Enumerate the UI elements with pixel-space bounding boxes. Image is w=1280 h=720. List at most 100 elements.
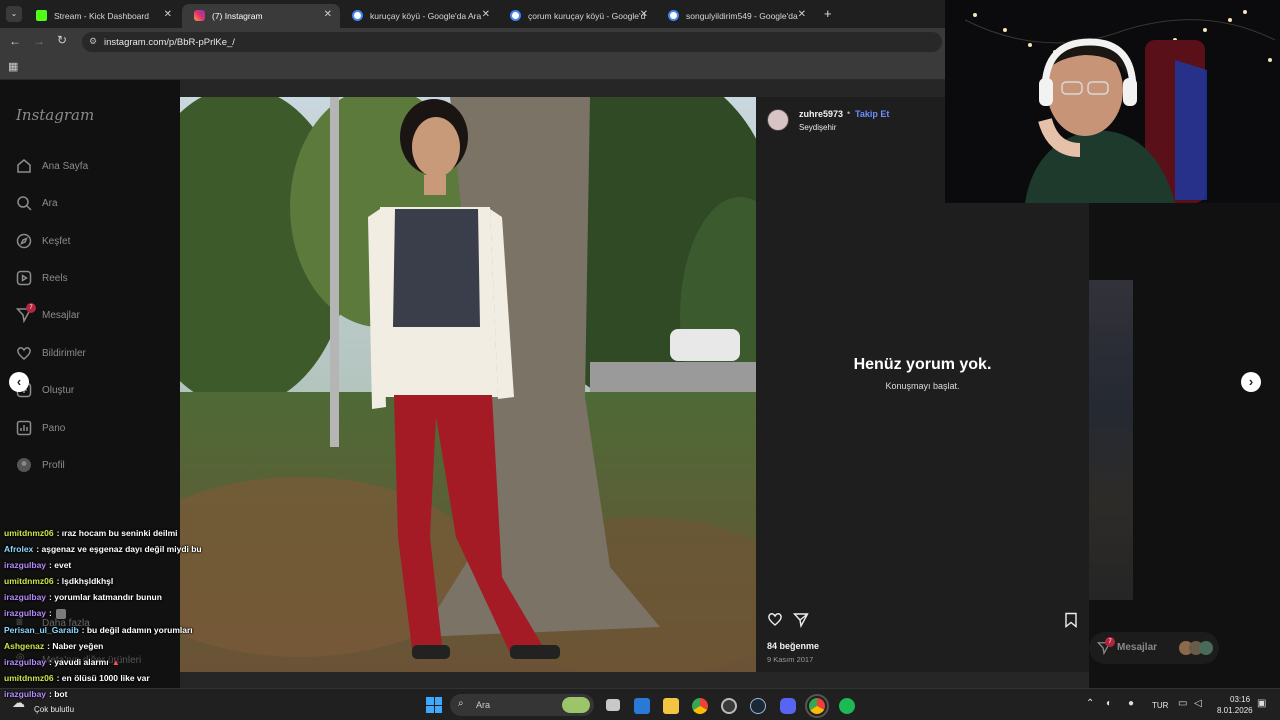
sidebar-item-messages[interactable]: 7 Mesajlar (15, 303, 80, 324)
chat-text: : evet (49, 560, 72, 570)
webcam-overlay (945, 0, 1280, 203)
messages-icon: 7 (15, 303, 36, 324)
emote-icon (55, 608, 66, 619)
tab-google-1[interactable]: kuruçay köyü - Google'da Ara ✕ (340, 4, 498, 28)
alarm-emote-icon: ▲ (111, 657, 120, 667)
spotify-icon[interactable] (839, 698, 855, 714)
discord-icon[interactable] (780, 698, 796, 714)
chat-message: Ashgenaz: Naber yeğen (4, 641, 103, 651)
chat-username: Ashgenaz (4, 641, 45, 651)
task-view-icon[interactable] (606, 699, 620, 711)
file-explorer-icon[interactable] (663, 698, 679, 714)
chat-message: irazgulbay: yavudi alarmı ▲ (4, 657, 120, 667)
kick-icon (36, 10, 47, 21)
chat-text: : bot (49, 689, 68, 699)
profile-icon (16, 457, 32, 473)
tab-google-3[interactable]: songulyildirim549 - Google'da ✕ (656, 4, 814, 28)
apps-grid-icon[interactable]: ▦ (8, 60, 18, 73)
reload-icon[interactable]: ↻ (57, 33, 67, 47)
tab-google-2[interactable]: çorum kuruçay köyü - Google'd ✕ (498, 4, 656, 28)
tab-instagram[interactable]: (7) Instagram ✕ (182, 4, 340, 28)
close-icon[interactable]: ✕ (324, 9, 332, 20)
taskbar-search-box[interactable]: ⌕ Ara (450, 694, 594, 716)
bookmark-icon[interactable] (1064, 612, 1078, 633)
sidebar-item-reels[interactable]: Reels (16, 270, 68, 286)
obs-icon[interactable] (721, 698, 737, 714)
clock-date[interactable]: 8.01.2026 (1217, 706, 1253, 715)
messages-pill-badge: 7 (1105, 637, 1115, 647)
chat-text: : Naber yeğen (47, 641, 104, 651)
url-field[interactable]: ⚙ instagram.com/p/BbR-pPrlKe_/ (82, 32, 942, 52)
messages-pill-label: Mesajlar (1117, 642, 1158, 653)
next-post-button[interactable]: › (1241, 372, 1261, 392)
chevron-up-icon[interactable]: ⌃ (1086, 698, 1094, 709)
chat-message: irazgulbay: yorumlar katmandır bunun (4, 592, 162, 602)
post-username[interactable]: zuhre5973 (799, 109, 843, 119)
chrome-icon[interactable] (692, 698, 708, 714)
tab-search-button[interactable]: ⌄ (6, 6, 22, 22)
sidebar-item-label: Oluştur (42, 384, 75, 396)
chat-username: umitdnmz06 (4, 576, 54, 586)
start-button[interactable] (426, 697, 442, 713)
share-icon[interactable] (792, 612, 809, 633)
close-icon[interactable]: ✕ (798, 9, 806, 20)
sidebar-item-home[interactable]: Ana Sayfa (16, 158, 88, 174)
messages-pill[interactable]: 7 Mesajlar (1089, 632, 1219, 664)
chat-username: umitdnmz06 (4, 673, 54, 683)
store-icon[interactable] (634, 698, 650, 714)
dashboard-icon (16, 420, 32, 436)
sidebar-item-search[interactable]: Ara (16, 195, 58, 211)
sidebar-item-notifications[interactable]: Bildirimler (16, 345, 86, 361)
chat-message: umitdnmz06: lşdkhşldkhşl (4, 576, 113, 586)
notification-icon[interactable]: ▣ (1257, 698, 1266, 709)
google-icon (352, 10, 363, 21)
steam-icon[interactable] (750, 698, 766, 714)
volume-icon[interactable]: ◁ (1194, 698, 1202, 709)
chrome-icon[interactable] (805, 694, 829, 718)
clock-time[interactable]: 03:16 (1230, 695, 1250, 704)
post-photo-image (180, 97, 756, 672)
forward-icon[interactable]: → (33, 34, 45, 48)
likes-count[interactable]: 84 beğenme (767, 641, 819, 651)
sidebar-item-label: Mesajlar (42, 309, 80, 321)
chat-text: : bu değil adamın yorumları (81, 625, 193, 635)
sidebar-item-label: Ara (42, 197, 58, 209)
tab-title: kuruçay köyü - Google'da Ara (370, 11, 482, 21)
windows-taskbar: ☁ Çok bulutlu ⌕ Ara ⌃ ◐ ● TUR ▭ ◁ 03:16 … (0, 688, 1280, 720)
microphone-icon[interactable]: ● (1128, 698, 1134, 709)
taskbar-search-placeholder: Ara (476, 700, 491, 710)
close-icon[interactable]: ✕ (640, 9, 648, 20)
chat-text: : yavudi alarmı (49, 657, 109, 667)
chat-text: : lşdkhşldkhşl (56, 576, 114, 586)
compass-icon (16, 233, 32, 249)
chat-message: umitdnmz06: en ölüsü 1000 like var (4, 673, 150, 683)
like-heart-icon[interactable] (767, 611, 783, 632)
back-icon[interactable]: ← (9, 34, 21, 48)
search-highlight-icon (562, 697, 590, 713)
avatar[interactable] (767, 109, 789, 131)
new-tab-button[interactable]: + (824, 6, 832, 21)
home-icon (16, 158, 32, 174)
language-indicator[interactable]: TUR (1152, 701, 1168, 710)
chat-username: irazgulbay (4, 592, 47, 602)
display-icon[interactable]: ▭ (1178, 698, 1187, 709)
chat-username: irazgulbay (4, 608, 47, 618)
previous-post-button[interactable]: ‹ (9, 372, 29, 392)
sidebar-item-dashboard[interactable]: Pano (16, 420, 65, 436)
post-location[interactable]: Seydişehir (799, 123, 836, 132)
chat-username: umitdnmz06 (4, 528, 54, 538)
tab-kick[interactable]: Stream - Kick Dashboard ✕ (24, 4, 180, 28)
avatar (1199, 641, 1213, 655)
chat-username: irazgulbay (4, 689, 47, 699)
weather-label[interactable]: Çok bulutlu (34, 705, 74, 714)
close-icon[interactable]: ✕ (482, 9, 490, 20)
post-photo[interactable] (180, 97, 756, 672)
instagram-logo[interactable]: Instagram (16, 106, 94, 124)
sidebar-item-profile[interactable]: Profil (16, 457, 65, 473)
follow-button[interactable]: Takip Et (855, 109, 889, 119)
close-icon[interactable]: ✕ (164, 9, 172, 20)
network-icon[interactable]: ◐ (1106, 698, 1112, 709)
chat-text: : yorumlar katmandır bunun (49, 592, 162, 602)
site-info-icon[interactable]: ⚙ (89, 36, 97, 47)
sidebar-item-explore[interactable]: Keşfet (16, 233, 70, 249)
